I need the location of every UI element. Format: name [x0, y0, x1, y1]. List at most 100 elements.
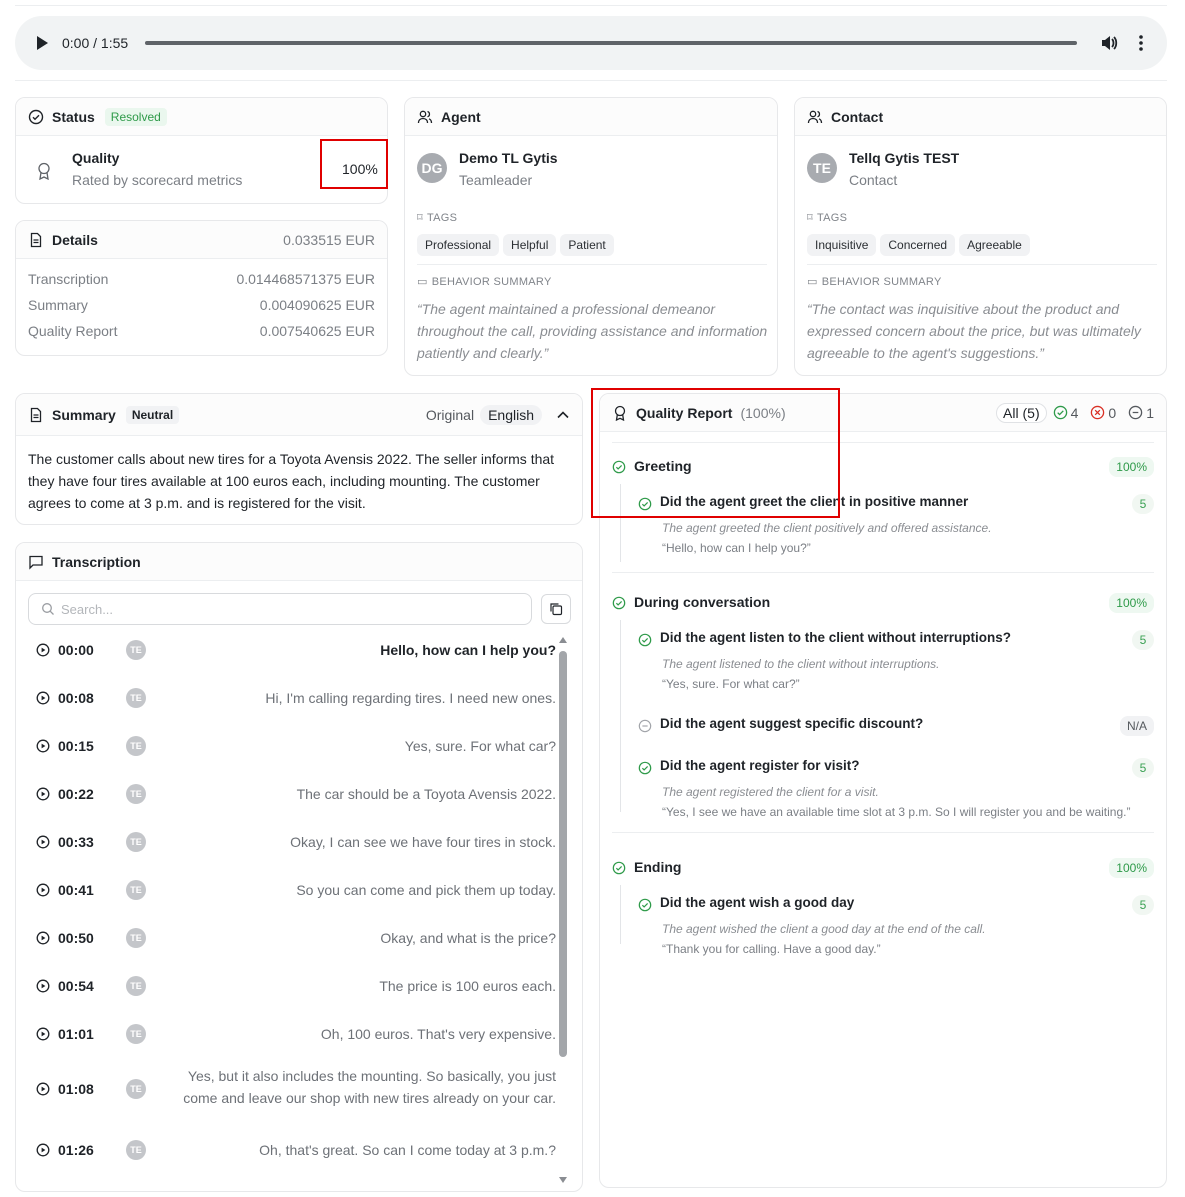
play-circle-icon[interactable]	[36, 787, 50, 801]
transcript-text: Hi, I'm calling regarding tires. I need …	[265, 690, 556, 706]
transcript-text: Okay, and what is the price?	[380, 930, 556, 946]
speaker-avatar: TE	[126, 1079, 146, 1099]
more-options-icon[interactable]	[1135, 34, 1147, 52]
transcript-row[interactable]: 00:15 TE Yes, sure. For what car?	[36, 731, 556, 761]
transcript-text: Oh, 100 euros. That's very expensive.	[320, 1026, 556, 1042]
section-guide-line	[620, 620, 621, 812]
question-score: 5	[1132, 630, 1154, 650]
quality-title: Quality	[72, 150, 120, 166]
play-circle-icon[interactable]	[36, 835, 50, 849]
transcript-text: So you can come and pick them up today.	[296, 882, 556, 898]
play-circle-icon[interactable]	[36, 643, 50, 657]
transcript-text: Hello, how can I help you?	[380, 642, 556, 658]
check-circle-icon	[1053, 405, 1068, 420]
section-score: 100%	[1109, 858, 1154, 878]
transcript-row[interactable]: 00:50 TE Okay, and what is the price?	[36, 923, 556, 953]
play-circle-icon[interactable]	[36, 883, 50, 897]
player-time: 0:00 / 1:55	[62, 35, 129, 51]
speaker-avatar: TE	[126, 880, 146, 900]
tag-pill: Professional	[417, 234, 500, 256]
question-quote: “Thank you for calling. Have a good day.…	[662, 942, 881, 956]
transcript-row[interactable]: 01:01 TE Oh, 100 euros. That's very expens…	[36, 1019, 556, 1049]
play-circle-icon[interactable]	[36, 931, 50, 945]
chevron-up-icon[interactable]	[556, 408, 570, 422]
details-card: Details 0.033515 EUR Transcription 0.0144…	[15, 220, 388, 356]
transcript-time: 00:33	[58, 834, 94, 850]
transcript-row[interactable]: 00:08 TE Hi, I'm calling regarding tires. …	[36, 683, 556, 713]
audio-player[interactable]: 0:00 / 1:55	[15, 16, 1167, 70]
agent-title: Agent	[441, 108, 481, 125]
top-divider	[15, 5, 1167, 6]
contact-name: Tellq Gytis TEST	[849, 150, 960, 166]
question-text: Did the agent listen to the client witho…	[660, 630, 1011, 645]
transcript-time: 00:22	[58, 786, 94, 802]
tag-icon: ⌑	[417, 212, 423, 224]
check-circle-icon	[612, 861, 626, 875]
play-circle-icon[interactable]	[36, 691, 50, 705]
toggle-original[interactable]: Original	[420, 405, 480, 425]
scrollbar[interactable]	[556, 635, 570, 1187]
section-divider	[612, 832, 1154, 833]
contact-behavior: “The contact was inquisitive about the p…	[807, 301, 1141, 361]
award-icon	[612, 405, 628, 421]
volume-icon[interactable]	[1100, 34, 1118, 52]
speaker-avatar: TE	[126, 688, 146, 708]
speaker-avatar: TE	[126, 976, 146, 996]
filter-na[interactable]: 1	[1128, 405, 1154, 421]
check-circle-icon	[638, 497, 652, 511]
avatar: DG	[417, 153, 447, 183]
question-text: Did the agent register for visit?	[660, 758, 860, 773]
speaker-avatar: TE	[126, 832, 146, 852]
speaker-avatar: TE	[126, 1024, 146, 1044]
status-title: Status	[52, 108, 95, 125]
document-icon	[28, 232, 44, 248]
progress-bar[interactable]	[145, 41, 1077, 45]
contact-title: Contact	[831, 108, 884, 125]
speaker-avatar: TE	[126, 784, 146, 804]
search-input[interactable]: Search...	[28, 593, 532, 625]
question-note: The agent registered the client for a vi…	[662, 785, 879, 799]
transcript-time: 00:54	[58, 978, 94, 994]
summary-text: The customer calls about new tires for a…	[28, 451, 555, 511]
question-quote: “Yes, sure. For what car?”	[662, 677, 800, 691]
transcript-text: Yes, sure. For what car?	[404, 738, 556, 754]
question-note: The agent listened to the client without…	[662, 657, 940, 671]
transcript-row[interactable]: 01:08 TE Yes, but it also includes the mou…	[36, 1067, 556, 1111]
copy-button[interactable]	[541, 594, 571, 624]
transcription-title: Transcription	[52, 553, 141, 570]
transcript-time: 00:08	[58, 690, 94, 706]
document-icon	[28, 407, 44, 423]
transcript-row[interactable]: 00:41 TE So you can come and pick them up …	[36, 875, 556, 905]
toggle-english[interactable]: English	[480, 404, 542, 425]
transcript-row[interactable]: 01:26 TE Oh, that's great. So can I come t…	[36, 1135, 556, 1165]
transcript-time: 01:01	[58, 1026, 94, 1042]
transcript-row[interactable]: 00:00 TE Hello, how can I help you?	[36, 635, 556, 665]
question-score: N/A	[1119, 716, 1154, 736]
filter-all[interactable]: All (5)	[996, 402, 1047, 423]
transcript-row[interactable]: 00:33 TE Okay, I can see we have four tire…	[36, 827, 556, 857]
play-circle-icon[interactable]	[36, 739, 50, 753]
details-row-label: Summary	[28, 297, 88, 313]
play-circle-icon[interactable]	[36, 1027, 50, 1041]
play-circle-icon[interactable]	[36, 1082, 50, 1096]
play-icon[interactable]	[35, 35, 49, 51]
section-title: Ending	[634, 859, 682, 875]
tag-pill: Inquisitive	[807, 234, 877, 256]
users-icon	[807, 109, 823, 125]
transcript-row[interactable]: 00:54 TE The price is 100 euros each.	[36, 971, 556, 1001]
transcript-row[interactable]: 00:22 TE The car should be a Toyota Avensi…	[36, 779, 556, 809]
details-row-label: Quality Report	[28, 323, 118, 339]
summary-card: Summary Neutral Original English The cus…	[15, 393, 583, 525]
transcript-time: 00:15	[58, 738, 94, 754]
filter-fail[interactable]: 0	[1090, 405, 1116, 421]
tag-icon: ⌑	[807, 212, 813, 224]
play-circle-icon[interactable]	[36, 979, 50, 993]
tag-pill: Agreeable	[959, 234, 1030, 256]
question-text: Did the agent wish a good day	[660, 895, 855, 910]
status-card: Status Resolved Quality Rated by scoreca…	[15, 97, 388, 204]
question-note: The agent greeted the client positively …	[662, 521, 992, 535]
play-circle-icon[interactable]	[36, 1143, 50, 1157]
question-text: Did the agent greet the client in positi…	[660, 494, 969, 509]
filter-pass[interactable]: 4	[1053, 405, 1078, 421]
transcript-time: 01:08	[58, 1081, 94, 1097]
